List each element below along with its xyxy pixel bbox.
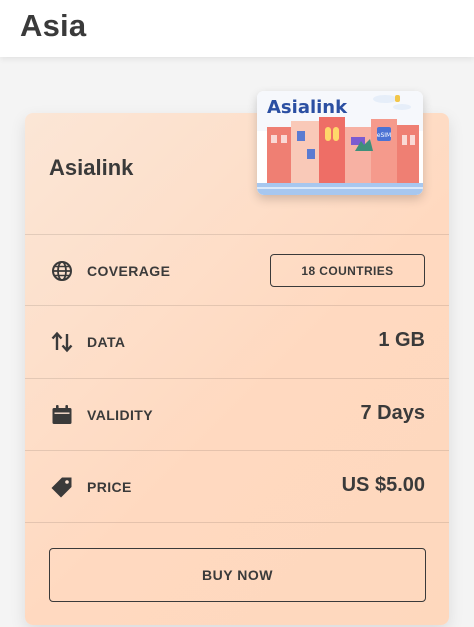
coverage-row: COVERAGE 18 COUNTRIES	[25, 235, 449, 307]
validity-value: 7 Days	[360, 402, 426, 424]
price-label: PRICE	[87, 479, 132, 495]
svg-text:eSIM: eSIM	[377, 132, 391, 139]
data-label: DATA	[87, 334, 126, 350]
operator-name: Asialink	[49, 155, 134, 180]
price-row: PRICE US $5.00	[25, 451, 449, 523]
buy-now-button[interactable]: BUY NOW	[49, 548, 426, 602]
calendar-icon	[51, 404, 73, 426]
top-bar: Asia	[0, 0, 474, 57]
price-tag-icon	[51, 476, 73, 498]
sim-card-image: eSIM Asialink	[257, 91, 423, 195]
globe-icon	[51, 260, 73, 282]
data-value: 1 GB	[378, 329, 425, 351]
coverage-label: COVERAGE	[87, 263, 171, 279]
up-down-arrows-icon	[51, 331, 73, 353]
page-title: Asia	[20, 8, 87, 43]
validity-row: VALIDITY 7 Days	[25, 379, 449, 451]
package-card[interactable]: Asialink eSIM Asialink COVERAGE 18 COUNT…	[25, 91, 449, 625]
price-value: US $5.00	[341, 474, 425, 496]
sim-brand-logo: Asialink	[267, 97, 348, 118]
divider	[25, 522, 449, 523]
data-row: DATA 1 GB	[25, 306, 449, 378]
validity-label: VALIDITY	[87, 407, 153, 423]
countries-button[interactable]: 18 COUNTRIES	[270, 254, 425, 287]
